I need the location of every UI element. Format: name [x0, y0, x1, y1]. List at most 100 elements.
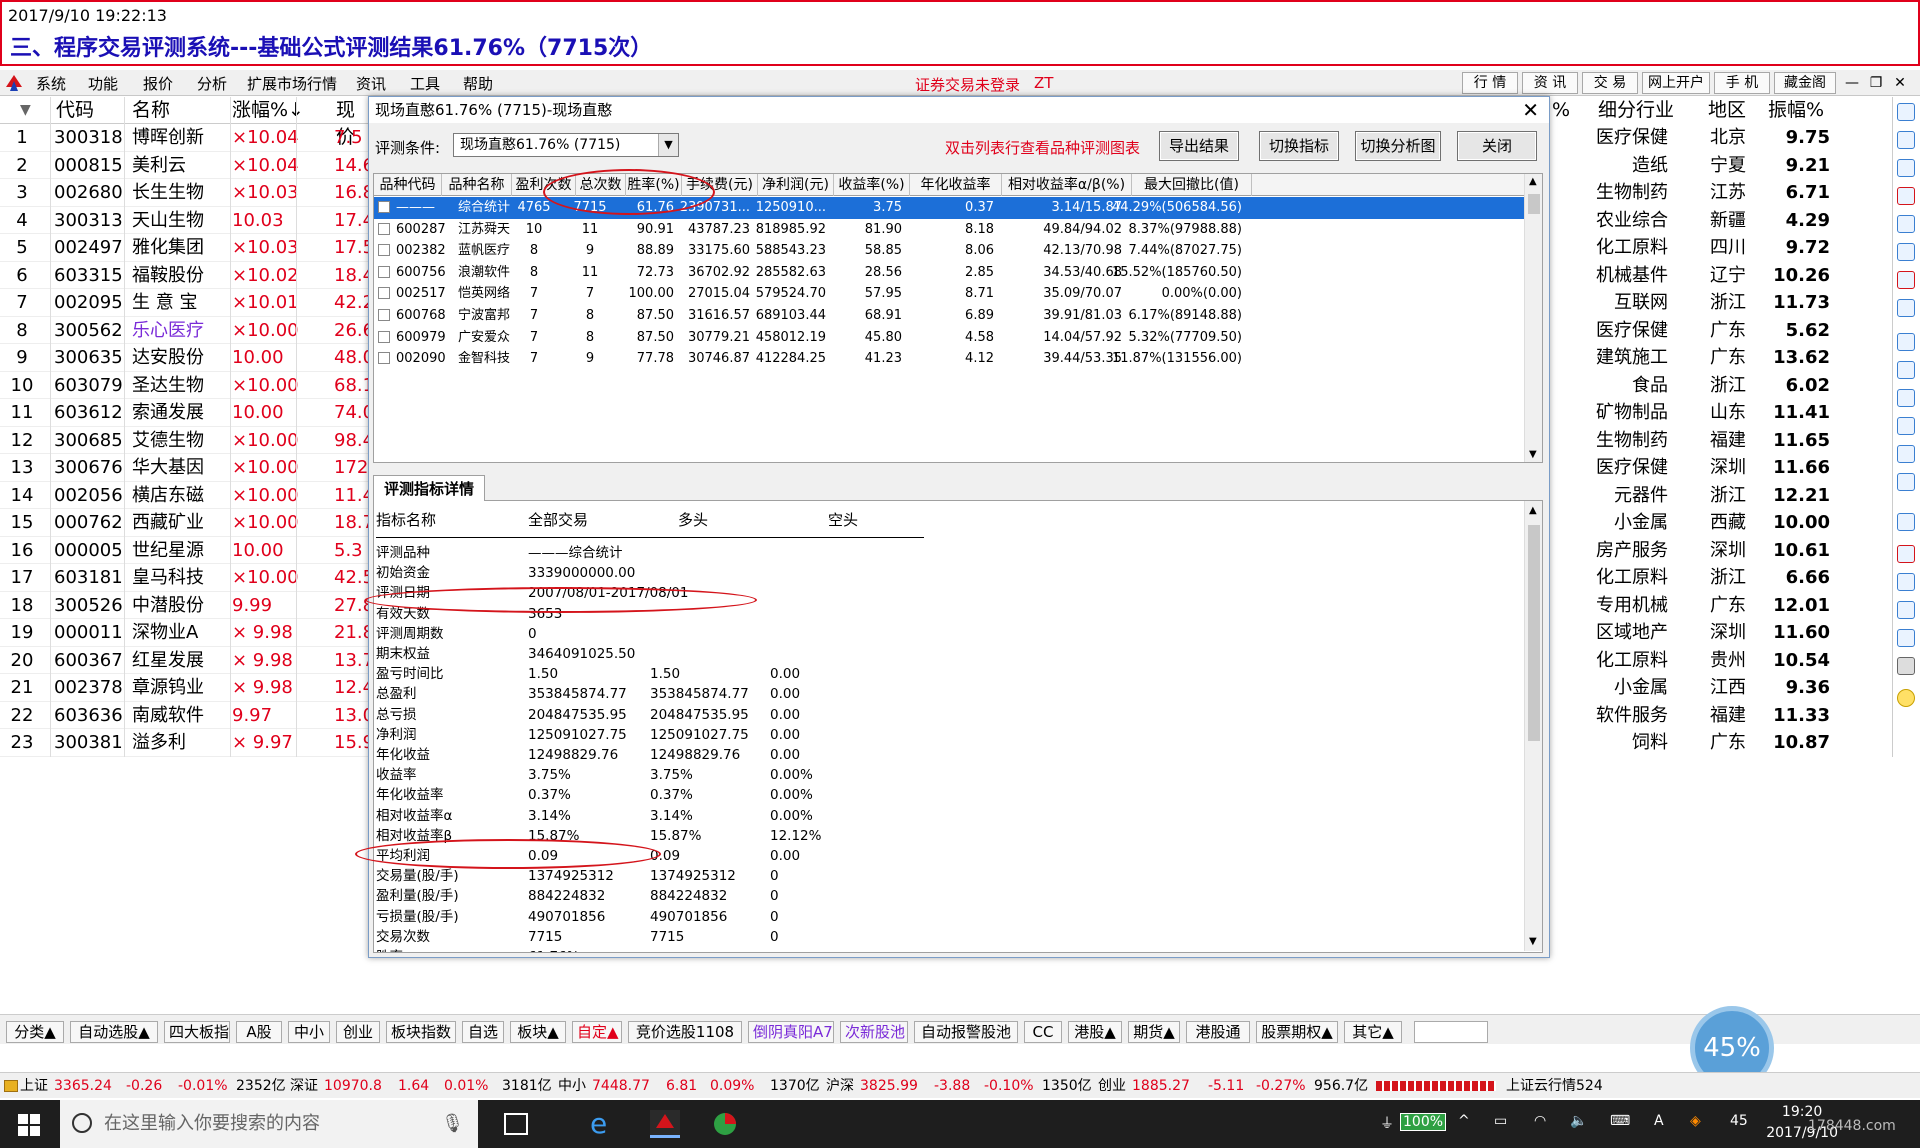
col-region[interactable]: 地区: [1708, 97, 1746, 124]
folder-icon[interactable]: [1897, 513, 1915, 531]
bar-icon[interactable]: [1897, 299, 1915, 317]
row-checkbox[interactable]: [378, 222, 390, 235]
table-row[interactable]: 专用机械 广东 12.01: [1550, 592, 1890, 620]
table-row[interactable]: 矿物制品 山东 11.41: [1550, 399, 1890, 427]
table-row[interactable]: 化工原料 贵州 10.54: [1550, 647, 1890, 675]
grid-col-relative-return[interactable]: 相对收益率α/β(%): [1002, 174, 1132, 196]
detail-scrollbar[interactable]: ▲ ▼: [1524, 501, 1542, 951]
ime-indicator[interactable]: A: [1654, 1113, 1664, 1129]
table-row[interactable]: 13 300676 华大基因 ×10.00 172.4: [0, 454, 386, 482]
scroll-up-icon[interactable]: ▲: [1529, 176, 1537, 187]
keyboard-icon[interactable]: ⌨: [1610, 1113, 1630, 1129]
grid-scrollbar[interactable]: ▲ ▼: [1524, 174, 1542, 462]
table-row[interactable]: 16 000005 世纪星源 10.00 5.3: [0, 537, 372, 564]
table-row[interactable]: 8 300562 乐心医疗 ×10.00 26.6: [0, 317, 374, 344]
bottom-tab[interactable]: 板块指数: [386, 1021, 456, 1043]
row-checkbox[interactable]: [378, 330, 390, 343]
restore-icon[interactable]: ❐: [1866, 73, 1886, 93]
sort-arrow-icon[interactable]: ▼: [20, 97, 31, 124]
bottom-tab[interactable]: 四大板指: [164, 1021, 230, 1043]
draw-icon[interactable]: [1897, 445, 1915, 463]
table-row[interactable]: 22 603636 南威软件 9.97 13.0: [0, 702, 374, 729]
tab-indicator-details[interactable]: 评测指标详情: [373, 475, 485, 503]
sz-label[interactable]: 深证: [290, 1073, 318, 1099]
printer-icon[interactable]: [1897, 657, 1915, 675]
open-account-button[interactable]: 网上开户: [1642, 72, 1710, 94]
table-row[interactable]: 机械基件 辽宁 10.26: [1550, 262, 1890, 290]
switch-indicator-button[interactable]: 切换指标: [1259, 131, 1339, 161]
table-row[interactable]: 互联网 浙江 11.73: [1550, 289, 1890, 317]
table-row[interactable]: 21 002378 章源钨业 × 9.98 12.4: [0, 674, 374, 702]
line-chart-icon[interactable]: [1897, 243, 1915, 261]
table-row[interactable]: 医疗保健 深圳 11.66: [1550, 454, 1890, 482]
tray-badge[interactable]: 45: [1730, 1113, 1748, 1129]
taskbar-search[interactable]: 在这里输入你要搜索的内容 🎙: [60, 1100, 478, 1148]
flow-icon[interactable]: [1897, 545, 1915, 563]
circle-icon[interactable]: [1897, 473, 1915, 491]
cy-label[interactable]: 创业: [1098, 1073, 1126, 1099]
bottom-tab[interactable]: 期货▲: [1128, 1021, 1180, 1043]
bottom-tab[interactable]: 股票期权▲: [1256, 1021, 1338, 1043]
bottom-tab[interactable]: 分类▲: [6, 1021, 64, 1043]
bottom-tab[interactable]: 板块▲: [510, 1021, 566, 1043]
table-row[interactable]: 11 603612 索通发展 10.00 74.0: [0, 399, 374, 427]
microphone-icon[interactable]: 🎙: [441, 1100, 464, 1148]
menu-function[interactable]: 功能: [88, 73, 118, 94]
news-button[interactable]: 资 讯: [1522, 72, 1578, 94]
row-checkbox[interactable]: [378, 309, 390, 321]
f10-icon[interactable]: [1897, 333, 1915, 351]
windows-start-icon[interactable]: [18, 1114, 40, 1136]
table-row[interactable]: 15 000762 西藏矿业 ×10.00 18.7: [0, 509, 374, 537]
list-icon[interactable]: [1897, 215, 1915, 233]
grid-icon[interactable]: [1897, 573, 1915, 591]
table-row[interactable]: 10 603079 圣达生物 ×10.00 68.1: [0, 372, 374, 399]
grid-row[interactable]: ——— 综合统计 4765 7715 61.76 2390731... 1250910...…: [374, 197, 1524, 219]
table-row[interactable]: 小金属 江西 9.36: [1550, 674, 1890, 702]
edge-browser-icon[interactable]: e: [590, 1110, 620, 1138]
grid-col-net-profit[interactable]: 净利润(元): [758, 174, 834, 196]
bottom-tab[interactable]: A股: [236, 1021, 282, 1043]
menu-quote[interactable]: 报价: [143, 73, 173, 94]
app-icon[interactable]: [710, 1110, 740, 1138]
scroll-down-icon[interactable]: ▼: [1529, 936, 1537, 947]
zx-label[interactable]: 中小: [558, 1073, 586, 1099]
grid-row[interactable]: 600756 浪潮软件 8 11 72.73 36702.92 285582.63 28.56…: [374, 262, 1524, 284]
col-amplitude[interactable]: 振幅%: [1768, 97, 1824, 124]
table-row[interactable]: 医疗保健 广东 5.62: [1550, 317, 1890, 345]
table-row[interactable]: 农业综合 新疆 4.29: [1550, 207, 1890, 235]
bottom-tab[interactable]: 创业: [336, 1021, 380, 1043]
task-view-icon[interactable]: [504, 1113, 528, 1135]
row-checkbox[interactable]: [378, 352, 390, 365]
minimize-icon[interactable]: —: [1842, 73, 1862, 93]
grid-row[interactable]: 600287 江苏舜天 10 11 90.91 43787.23 818985.92 81.9…: [374, 219, 1524, 241]
notification-app-icon[interactable]: ◈: [1690, 1113, 1701, 1129]
tablet-icon[interactable]: ▭: [1494, 1113, 1507, 1129]
table-row[interactable]: 9 300635 达安股份 10.00 48.0: [0, 344, 374, 372]
scroll-down-icon[interactable]: ▼: [1529, 449, 1537, 460]
table-row[interactable]: 1 300318 博晖创新 ×10.04 7.5: [0, 124, 372, 152]
bottom-tab[interactable]: 港股▲: [1068, 1021, 1122, 1043]
menu-extended-market[interactable]: 扩展市场行情: [247, 73, 337, 94]
bottom-tab[interactable]: 自动报警股池: [914, 1021, 1018, 1043]
table-row[interactable]: 生物制药 江苏 6.71: [1550, 179, 1890, 207]
table-row[interactable]: 5 002497 雅化集团 ×10.03 17.5: [0, 234, 374, 262]
row-checkbox[interactable]: [378, 201, 390, 213]
report-icon[interactable]: [1897, 389, 1915, 407]
market-button[interactable]: 行 情: [1462, 72, 1518, 94]
table-row[interactable]: 生物制药 福建 11.65: [1550, 427, 1890, 455]
menu-system[interactable]: 系统: [36, 73, 66, 94]
etf-icon[interactable]: [1897, 601, 1915, 619]
table-row[interactable]: 20 600367 红星发展 × 9.98 13.7: [0, 647, 374, 674]
gear-icon[interactable]: [1897, 689, 1915, 707]
bottom-tab[interactable]: 自动选股▲: [70, 1021, 158, 1043]
bottom-tab[interactable]: 自选: [462, 1021, 504, 1043]
bottom-tab[interactable]: 竞价选股1108: [628, 1021, 742, 1043]
col-industry[interactable]: 细分行业: [1598, 97, 1674, 124]
chevron-down-icon[interactable]: ▼: [658, 134, 678, 156]
mobile-button[interactable]: 手 机: [1714, 72, 1770, 94]
menu-analysis[interactable]: 分析: [197, 73, 227, 94]
cangjinge-button[interactable]: 藏金阁: [1774, 72, 1836, 94]
quote-icon[interactable]: [1897, 187, 1915, 205]
grid-row[interactable]: 002382 蓝帆医疗 8 9 88.89 33175.60 588543.23 58.85 8…: [374, 240, 1524, 262]
close-icon[interactable]: ✕: [1890, 73, 1910, 93]
